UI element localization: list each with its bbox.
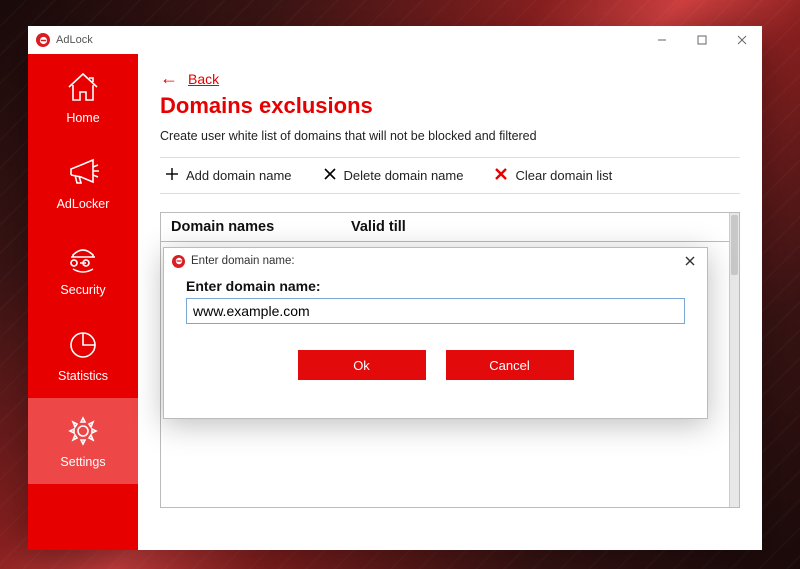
megaphone-icon	[63, 155, 103, 191]
sidebar-item-label: Statistics	[58, 369, 108, 383]
toolbar-label: Delete domain name	[344, 168, 464, 183]
clear-list-button[interactable]: Clear domain list	[493, 166, 612, 185]
scrollbar-thumb[interactable]	[731, 215, 738, 275]
dialog-titlebar: Enter domain name:	[164, 248, 707, 274]
sidebar-item-label: AdLocker	[57, 197, 110, 211]
plus-icon	[164, 166, 180, 185]
dialog-title: Enter domain name:	[191, 255, 295, 267]
sidebar-item-label: Home	[66, 111, 99, 125]
page-description: Create user white list of domains that w…	[160, 129, 740, 143]
dialog-body: Enter domain name: Ok Cancel	[164, 274, 707, 418]
spy-icon	[63, 241, 103, 277]
table-header: Domain names Valid till	[161, 213, 729, 242]
close-button[interactable]	[722, 26, 762, 54]
gear-icon	[63, 413, 103, 449]
sidebar-item-home[interactable]: Home	[28, 54, 138, 140]
toolbar: Add domain name Delete domain name Clear…	[160, 157, 740, 194]
x-red-icon	[493, 166, 509, 185]
titlebar: AdLock	[28, 26, 762, 54]
dialog-buttons: Ok Cancel	[186, 350, 685, 380]
add-domain-button[interactable]: Add domain name	[164, 166, 292, 185]
maximize-button[interactable]	[682, 26, 722, 54]
app-title: AdLock	[56, 34, 93, 46]
window-controls	[642, 26, 762, 54]
page-title: Domains exclusions	[160, 93, 740, 119]
scrollbar[interactable]	[729, 213, 739, 507]
back-link[interactable]: ← Back	[160, 68, 740, 89]
column-valid-till[interactable]: Valid till	[351, 219, 719, 235]
sidebar-item-label: Security	[60, 283, 105, 297]
toolbar-label: Add domain name	[186, 168, 292, 183]
arrow-left-icon: ←	[160, 68, 178, 89]
sidebar: Home AdLocker Security Statistics	[28, 54, 138, 550]
ok-button[interactable]: Ok	[298, 350, 426, 380]
sidebar-item-statistics[interactable]: Statistics	[28, 312, 138, 398]
sidebar-item-security[interactable]: Security	[28, 226, 138, 312]
toolbar-label: Clear domain list	[515, 168, 612, 183]
app-logo-icon	[36, 33, 50, 47]
home-icon	[63, 69, 103, 105]
sidebar-item-label: Settings	[60, 455, 105, 469]
back-label: Back	[188, 71, 219, 87]
cancel-button[interactable]: Cancel	[446, 350, 574, 380]
dialog-close-button[interactable]	[673, 248, 707, 274]
sidebar-item-settings[interactable]: Settings	[28, 398, 138, 484]
pie-chart-icon	[63, 327, 103, 363]
delete-domain-button[interactable]: Delete domain name	[322, 166, 464, 185]
domain-input[interactable]	[186, 298, 685, 324]
app-logo-icon	[172, 255, 185, 268]
minimize-button[interactable]	[642, 26, 682, 54]
column-domain-names[interactable]: Domain names	[171, 219, 351, 235]
enter-domain-dialog: Enter domain name: Enter domain name: Ok…	[163, 247, 708, 419]
x-icon	[322, 166, 338, 185]
dialog-label: Enter domain name:	[186, 278, 685, 294]
sidebar-item-adlocker[interactable]: AdLocker	[28, 140, 138, 226]
